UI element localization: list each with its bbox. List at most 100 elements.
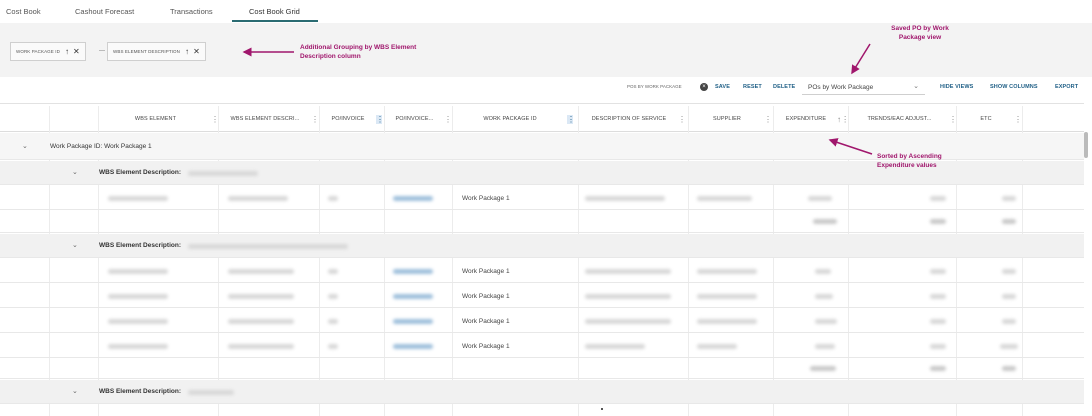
column-menu-icon[interactable]: ⋮ — [376, 114, 384, 124]
redacted-link[interactable] — [393, 294, 433, 299]
group-row-label: WBS Element Description: — [99, 242, 181, 249]
table-row[interactable]: Work Package 1 — [0, 186, 1084, 210]
annotation-grouping: Additional Grouping by WBS Element Descr… — [300, 44, 417, 60]
column-header-expenditure[interactable]: EXPENDITURE ↑⋮ — [775, 106, 849, 132]
chevron-down-icon[interactable]: ⌄ — [22, 142, 28, 150]
column-menu-icon[interactable]: ⋮ — [678, 115, 686, 124]
group-row-wbs-description[interactable]: ⌄ WBS Element Description: — [0, 380, 1084, 404]
work-package-cell: Work Package 1 — [462, 195, 510, 202]
column-header-work-package-id[interactable]: WORK PACKAGE ID ⋮ — [453, 106, 575, 132]
redacted-value — [930, 366, 946, 371]
column-header-wbs-element-description[interactable]: WBS ELEMENT DESCRI... ⋮ — [219, 106, 319, 132]
redacted-value — [585, 196, 665, 201]
chip-connector — [99, 50, 105, 51]
column-menu-icon[interactable]: ⋮ — [567, 114, 575, 124]
redacted-value — [108, 196, 168, 201]
redacted-value — [930, 319, 946, 324]
tab-transactions[interactable]: Transactions — [170, 7, 213, 21]
chevron-down-icon[interactable]: ⌄ — [72, 387, 78, 395]
chevron-down-icon[interactable]: ⌄ — [72, 168, 78, 176]
redacted-value — [328, 294, 338, 299]
work-package-cell: Work Package 1 — [462, 293, 510, 300]
group-chip-label: WORK PACKAGE ID — [16, 49, 60, 54]
redacted-link[interactable] — [393, 196, 433, 201]
redacted-value — [228, 294, 294, 299]
annotation-saved-view: Saved PO by Work Package view — [891, 25, 949, 41]
redacted-link[interactable] — [393, 269, 433, 274]
column-header-po-invoice-2[interactable]: PO/INVOICE... ⋮ — [385, 106, 453, 132]
group-row-label: WBS Element Description: — [99, 169, 181, 176]
redacted-link[interactable] — [393, 319, 433, 324]
table-row[interactable]: Work Package 1 — [0, 284, 1084, 308]
column-menu-icon[interactable]: ⋮ — [1014, 115, 1022, 124]
redacted-value — [810, 366, 836, 371]
hide-views-button[interactable]: HIDE VIEWS — [940, 84, 973, 90]
redacted-value — [813, 219, 837, 224]
redacted-link[interactable] — [393, 344, 433, 349]
chevron-down-icon[interactable]: ⌄ — [72, 241, 78, 249]
tab-cost-book-grid[interactable]: Cost Book Grid — [249, 7, 300, 21]
reset-button[interactable]: RESET — [743, 84, 762, 90]
close-icon[interactable]: ✕ — [73, 47, 80, 56]
arrow-up-icon[interactable]: ↑ — [65, 47, 69, 56]
close-icon[interactable]: × — [700, 83, 708, 91]
redacted-value — [697, 344, 737, 349]
chevron-down-icon: ⌄ — [913, 83, 919, 90]
redacted-value — [1002, 269, 1016, 274]
redacted-value — [108, 294, 168, 299]
save-button[interactable]: SAVE — [715, 84, 730, 90]
tab-cashout-forecast[interactable]: Cashout Forecast — [75, 7, 134, 21]
redacted-value — [815, 344, 835, 349]
redacted-value — [808, 196, 832, 201]
redacted-value — [188, 390, 234, 395]
redacted-value — [108, 344, 168, 349]
table-row[interactable] — [0, 405, 1084, 416]
export-button[interactable]: EXPORT — [1055, 84, 1078, 90]
arrow-up-icon[interactable]: ↑ — [185, 47, 189, 56]
table-row[interactable]: Work Package 1 — [0, 259, 1084, 283]
column-menu-icon[interactable]: ⋮ — [949, 115, 957, 124]
close-icon[interactable]: ✕ — [193, 47, 200, 56]
column-menu-icon[interactable]: ⋮ — [211, 115, 219, 124]
column-header-description-of-service[interactable]: DESCRIPTION OF SERVICE ⋮ — [580, 106, 686, 132]
redacted-value — [585, 344, 645, 349]
redacted-value — [585, 319, 671, 324]
active-tab-indicator — [232, 20, 318, 22]
column-header-supplier[interactable]: SUPPLIER ⋮ — [690, 106, 772, 132]
show-columns-button[interactable]: SHOW COLUMNS — [990, 84, 1038, 90]
column-header-etc[interactable]: ETC ⋮ — [958, 106, 1022, 132]
redacted-value — [1000, 344, 1018, 349]
redacted-value — [697, 319, 757, 324]
redacted-value — [108, 319, 168, 324]
column-header-wbs-element[interactable]: WBS ELEMENT ⋮ — [100, 106, 219, 132]
tab-cost-book[interactable]: Cost Book — [6, 7, 41, 21]
subtotal-row — [0, 211, 1084, 233]
table-row[interactable]: Work Package 1 — [0, 309, 1084, 333]
column-header-po-invoice[interactable]: PO/INVOICE ⋮ — [320, 106, 384, 132]
column-menu-icon[interactable]: ⋮ — [444, 115, 452, 124]
arrow-up-icon[interactable]: ↑⋮ — [837, 115, 849, 124]
table-row[interactable]: Work Package 1 — [0, 334, 1084, 358]
grid-top-border — [0, 98, 1084, 104]
delete-button[interactable]: DELETE — [773, 84, 795, 90]
column-menu-icon[interactable]: ⋮ — [311, 115, 319, 124]
group-chip-work-package-id[interactable]: WORK PACKAGE ID ↑ ✕ — [10, 42, 86, 61]
group-row-label: WBS Element Description: — [99, 388, 181, 395]
column-header-trends-eac-adjust[interactable]: TRENDS/EAC ADJUST... ⋮ — [850, 106, 957, 132]
vertical-scrollbar[interactable] — [1084, 132, 1088, 158]
saved-view-select-value: POs by Work Package — [808, 84, 874, 91]
redacted-value — [188, 171, 258, 176]
redacted-value — [815, 269, 831, 274]
work-package-cell: Work Package 1 — [462, 268, 510, 275]
work-package-cell: Work Package 1 — [462, 343, 510, 350]
group-chip-wbs-element-description[interactable]: WBS ELEMENT DESCRIPTION ↑ ✕ — [107, 42, 206, 61]
redacted-value — [697, 294, 757, 299]
grid-toolbar: POS BY WORK PACKAGE × SAVE RESET DELETE … — [0, 78, 1092, 98]
annotation-sorted: Sorted by Ascending Expenditure values — [877, 153, 942, 169]
saved-view-select[interactable]: POs by Work Package ⌄ — [802, 80, 925, 95]
group-row-wbs-description[interactable]: ⌄ WBS Element Description: — [0, 234, 1084, 258]
group-chip-label: WBS ELEMENT DESCRIPTION — [113, 49, 180, 54]
redacted-value — [228, 344, 294, 349]
column-menu-icon[interactable]: ⋮ — [764, 115, 772, 124]
redacted-value — [930, 219, 946, 224]
